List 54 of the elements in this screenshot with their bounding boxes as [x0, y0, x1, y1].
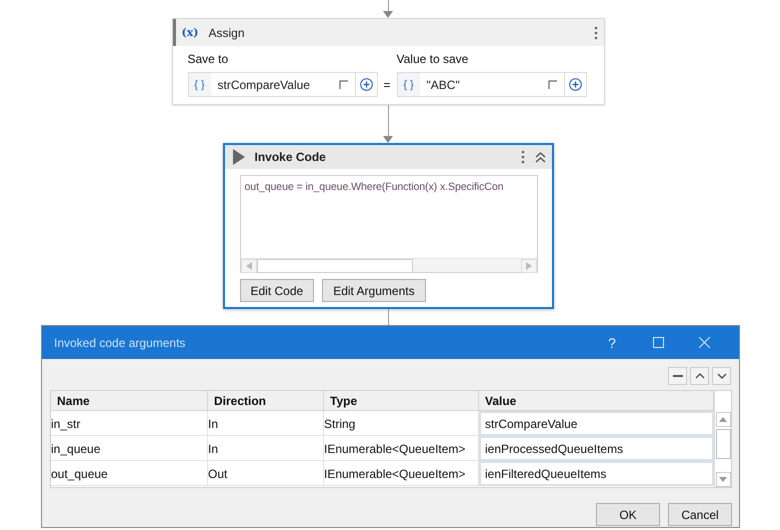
table-cell: in_str — [51, 411, 208, 436]
move-up-button[interactable] — [690, 367, 709, 385]
chevron-up-icon — [694, 373, 704, 379]
help-button[interactable]: ? — [589, 326, 635, 359]
dialog-title: Invoked code arguments — [54, 336, 186, 350]
remove-button[interactable] — [668, 367, 687, 385]
activity-title: Assign — [208, 26, 246, 40]
braces-icon: { } — [188, 73, 210, 96]
horizontal-scrollbar[interactable] — [240, 258, 536, 272]
activity-button[interactable]: Edit Code — [240, 279, 314, 302]
code-box[interactable]: out_queue = in_queue.Where(Function(x) x.SpecificCon — [240, 175, 538, 273]
expand-icon[interactable] — [338, 80, 348, 90]
play-icon — [232, 149, 244, 165]
value-field[interactable]: ienProcessedQueueItems — [479, 436, 714, 461]
dialog-button[interactable]: OK — [596, 503, 660, 526]
expand-icon[interactable] — [548, 80, 558, 90]
plus-icon[interactable] — [568, 78, 582, 91]
up-arrow-icon — [719, 417, 727, 422]
more-icon[interactable] — [520, 150, 524, 164]
expression-field[interactable]: { } strCompareValue — [188, 72, 378, 97]
activity-button[interactable]: Edit Arguments — [322, 279, 426, 302]
more-icon[interactable] — [594, 26, 598, 40]
column-header[interactable]: Type — [324, 391, 479, 411]
column-header[interactable]: Name — [51, 391, 208, 411]
assign-card[interactable]: (x) Assign Save to { } strCompareValue = Value to save { } "ABC" — [172, 18, 604, 105]
right-arrow-icon — [526, 262, 532, 270]
dialog-button[interactable]: Cancel — [668, 503, 732, 526]
field-label: Save to — [188, 52, 230, 66]
vertical-scrollbar[interactable] — [714, 391, 731, 487]
variable-icon: (x) — [182, 26, 198, 39]
column-header[interactable]: Direction — [208, 391, 324, 411]
maximize-icon — [652, 337, 664, 348]
table-cell: In — [208, 436, 324, 461]
minus-icon — [672, 375, 682, 377]
activity-title: Invoke Code — [254, 150, 327, 164]
field-label: Value to save — [396, 52, 470, 66]
collapse-icon[interactable] — [534, 152, 546, 162]
braces-icon: { } — [398, 73, 420, 96]
equals-sign: = — [384, 78, 391, 94]
expression-field[interactable]: { } "ABC" — [396, 72, 587, 97]
plus-icon[interactable] — [360, 78, 372, 91]
down-arrow-icon — [719, 477, 727, 482]
move-down-button[interactable] — [712, 367, 731, 385]
close-icon — [698, 337, 710, 348]
value-field[interactable]: strCompareValue — [479, 411, 714, 436]
chevron-down-icon — [716, 373, 726, 379]
table-cell: out_queue — [51, 461, 208, 486]
table-cell: Out — [208, 461, 324, 486]
left-arrow-icon — [246, 262, 252, 270]
column-header[interactable]: Value — [479, 391, 714, 411]
invoke-code-card[interactable]: Invoke Code out_queue = in_queue.Where(Function(x) x.SpecificCon Edit Code Edit Arguments — [222, 143, 554, 309]
table-cell: In — [208, 411, 324, 436]
table-cell: in_queue — [51, 436, 208, 461]
value-field[interactable]: ienFilteredQueueItems — [479, 461, 714, 486]
